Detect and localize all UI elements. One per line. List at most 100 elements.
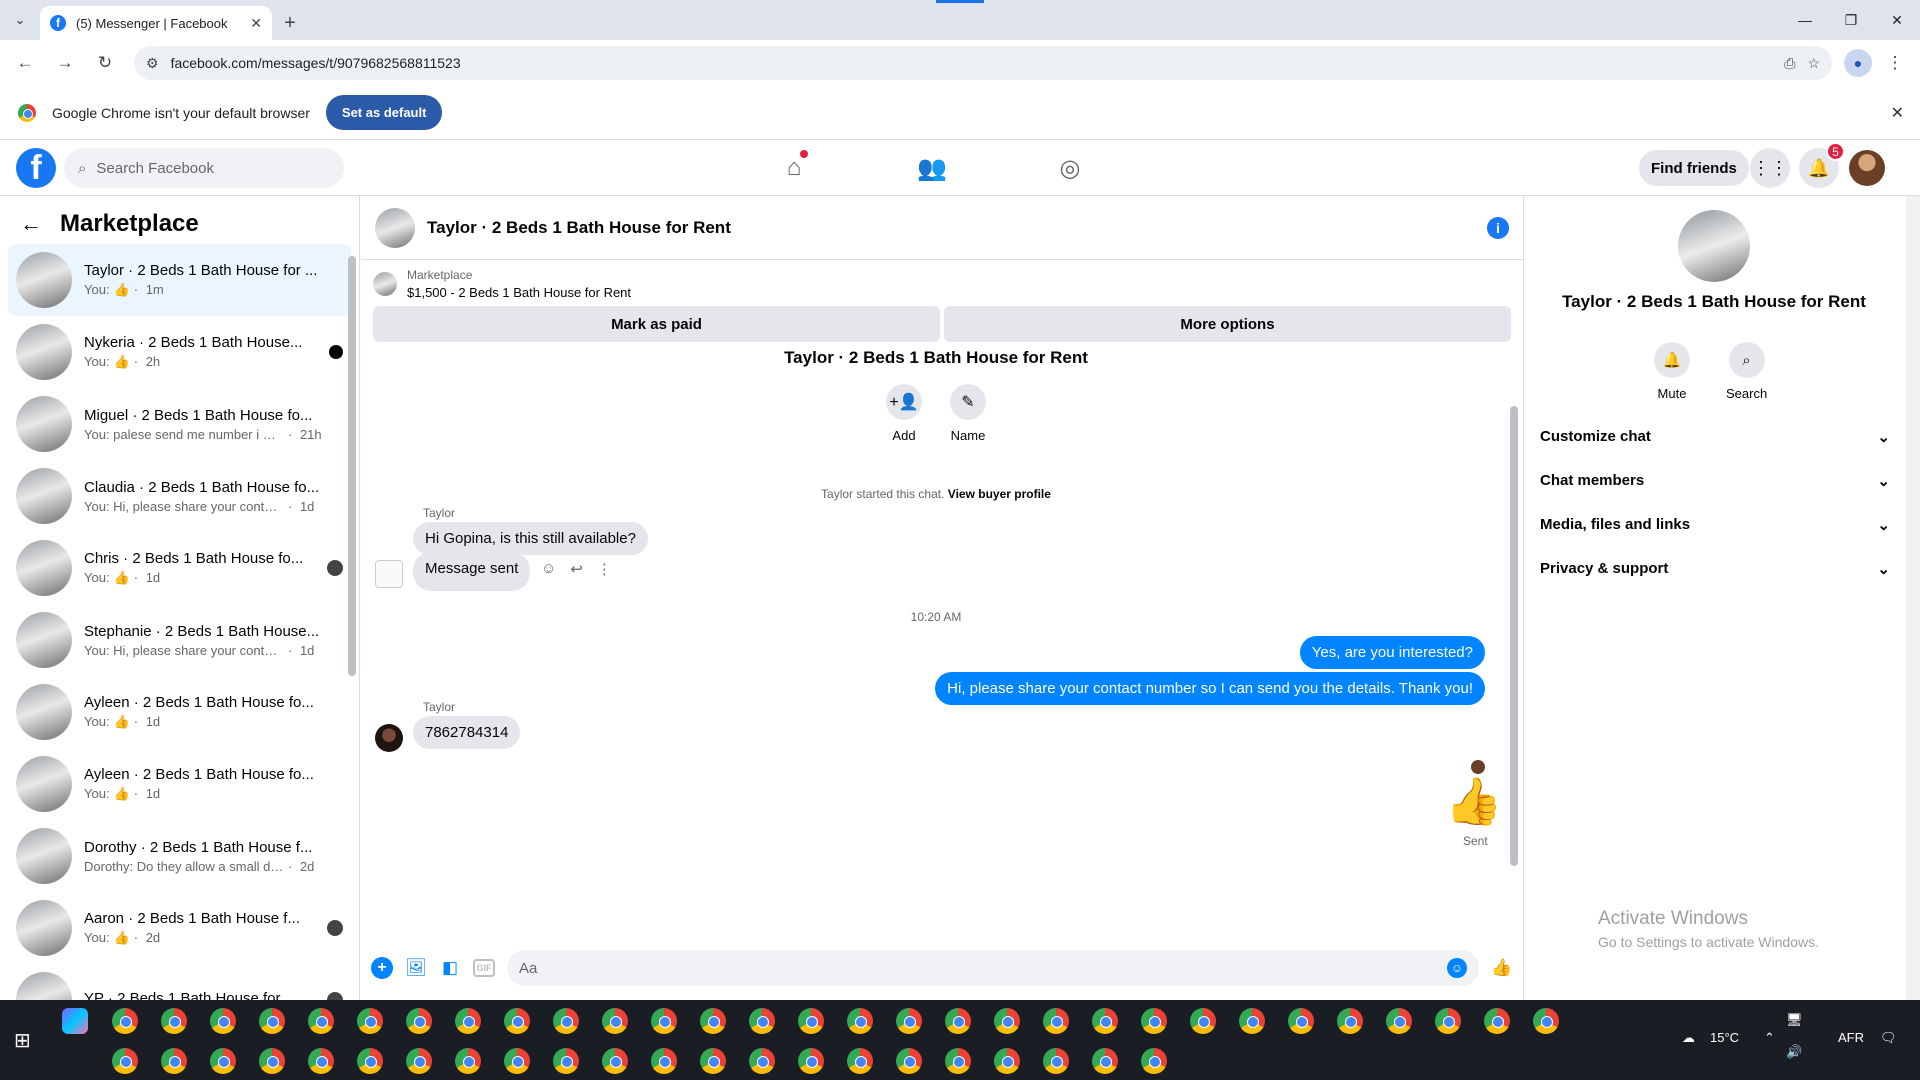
taskbar-chrome-icon[interactable] <box>945 1008 971 1034</box>
incoming-message[interactable]: 7862784314 <box>413 716 521 749</box>
taskbar-chrome-icon[interactable] <box>161 1048 187 1074</box>
taskbar-chrome-icon[interactable] <box>798 1008 824 1034</box>
taskbar-chrome-icon[interactable] <box>1092 1048 1118 1074</box>
sidebar-scrollbar[interactable] <box>346 246 356 986</box>
attach-photo-icon[interactable]: 🖼 <box>405 957 427 979</box>
details-avatar[interactable] <box>1678 210 1750 282</box>
taskbar-chrome-icon[interactable] <box>553 1048 579 1074</box>
taskbar-chrome-icon[interactable] <box>210 1048 236 1074</box>
taskbar-chrome-icon[interactable] <box>161 1008 187 1034</box>
view-buyer-profile-link[interactable]: View buyer profile <box>948 487 1051 501</box>
more-actions-plus-icon[interactable]: + <box>371 957 393 979</box>
conversation-item[interactable]: Miguel · 2 Beds 1 Bath House fo... You: p… <box>8 388 351 460</box>
tab-search-dropdown-icon[interactable]: ⌄ <box>0 0 40 40</box>
taskbar-chrome-icon[interactable] <box>1435 1008 1461 1034</box>
conversation-item[interactable]: Nykeria · 2 Beds 1 Bath House... You: 👍 · 2… <box>8 316 351 388</box>
sender-avatar[interactable] <box>375 724 403 752</box>
minimize-icon[interactable]: — <box>1782 0 1828 40</box>
close-window-icon[interactable]: ✕ <box>1874 0 1920 40</box>
notifications-bell-icon[interactable]: 🔔 5 <box>1799 142 1845 188</box>
react-emoji-icon[interactable]: ☺ <box>541 560 556 578</box>
taskbar-chrome-icon[interactable] <box>994 1008 1020 1034</box>
taskbar-chrome-icon[interactable] <box>1043 1048 1069 1074</box>
taskbar-chrome-icon[interactable] <box>798 1048 824 1074</box>
back-arrow-icon[interactable]: ← <box>20 211 42 237</box>
incoming-message[interactable]: Hi Gopina, is this still available? <box>413 522 648 555</box>
tray-chevron-icon[interactable]: ⌃ <box>1764 1030 1775 1046</box>
windows-start-icon[interactable]: ⊞ <box>14 1028 31 1053</box>
home-icon[interactable]: ⌂ <box>760 150 828 182</box>
send-like-icon[interactable]: 👍 <box>1491 957 1513 979</box>
chat-scrollbar[interactable] <box>1507 290 1521 870</box>
friends-icon[interactable]: 👥 <box>898 154 966 183</box>
close-tab-icon[interactable]: ✕ <box>250 15 262 32</box>
taskbar-chrome-icon[interactable] <box>749 1008 775 1034</box>
network-icon[interactable]: 🖥 <box>1786 1012 1803 1028</box>
taskbar-chrome-icon[interactable] <box>308 1048 334 1074</box>
site-info-icon[interactable]: ⚙ <box>146 55 159 72</box>
address-bar[interactable]: ⚙ facebook.com/messages/t/90796825688115… <box>134 46 1832 80</box>
section-privacy-support[interactable]: Privacy & support ⌄ <box>1540 560 1890 578</box>
set-as-default-button[interactable]: Set as default <box>325 95 443 130</box>
taskbar-chrome-icon[interactable] <box>357 1008 383 1034</box>
taskbar-chrome-icon[interactable] <box>308 1008 334 1034</box>
more-icon[interactable]: ⋮ <box>597 560 612 578</box>
name-chat-button[interactable]: ✎ Name <box>950 384 986 443</box>
taskbar-chrome-icon[interactable] <box>1533 1008 1559 1034</box>
bookmark-star-icon[interactable]: ☆ <box>1807 55 1820 72</box>
taskbar-chrome-icon[interactable] <box>700 1008 726 1034</box>
taskbar-chrome-icon[interactable] <box>1484 1008 1510 1034</box>
install-app-icon[interactable]: ⎙ <box>1784 55 1795 72</box>
conversation-item[interactable]: YP · 2 Beds 1 Bath House for ... <box>8 964 351 1000</box>
account-avatar[interactable] <box>1849 150 1885 186</box>
taskbar-chrome-icon[interactable] <box>406 1048 432 1074</box>
conversation-item[interactable]: Claudia · 2 Beds 1 Bath House fo... You: … <box>8 460 351 532</box>
taskbar-chrome-icon[interactable] <box>504 1008 530 1034</box>
section-media-files-links[interactable]: Media, files and links ⌄ <box>1540 516 1890 534</box>
listing-summary[interactable]: Marketplace $1,500 - 2 Beds 1 Bath House… <box>373 268 1511 300</box>
taskbar-chrome-icon[interactable] <box>602 1048 628 1074</box>
taskbar-chrome-icon[interactable] <box>112 1048 138 1074</box>
copilot-icon[interactable] <box>62 1008 88 1034</box>
conversation-item[interactable]: Ayleen · 2 Beds 1 Bath House fo... You: 👍 ·… <box>8 748 351 820</box>
chrome-menu-icon[interactable]: ⋮ <box>1878 46 1912 80</box>
incoming-message[interactable]: Message sent <box>413 552 531 591</box>
find-friends-button[interactable]: Find friends <box>1639 150 1749 186</box>
weather-icon[interactable]: ☁ <box>1682 1030 1695 1046</box>
conversation-item[interactable]: Chris · 2 Beds 1 Bath House fo... You: 👍 · … <box>8 532 351 604</box>
reload-icon[interactable]: ↻ <box>88 46 122 80</box>
facebook-search-input[interactable]: ⌕ Search Facebook <box>64 148 344 188</box>
taskbar-chrome-icon[interactable] <box>1190 1008 1216 1034</box>
reply-icon[interactable]: ↩ <box>570 560 583 578</box>
groups-icon[interactable]: ◎ <box>1036 154 1104 183</box>
taskbar-chrome-icon[interactable] <box>700 1048 726 1074</box>
taskbar-chrome-icon[interactable] <box>1141 1048 1167 1074</box>
conversation-item[interactable]: Stephanie · 2 Beds 1 Bath House... You: H… <box>8 604 351 676</box>
chrome-profile-icon[interactable]: ● <box>1844 49 1872 77</box>
taskbar-chrome-icon[interactable] <box>553 1008 579 1034</box>
sticker-icon[interactable]: ◧ <box>439 957 461 979</box>
taskbar-chrome-icon[interactable] <box>847 1008 873 1034</box>
taskbar-chrome-icon[interactable] <box>259 1008 285 1034</box>
infobar-close-icon[interactable]: ✕ <box>1891 103 1904 123</box>
forward-icon[interactable]: → <box>48 46 82 80</box>
conversation-item[interactable]: Taylor · 2 Beds 1 Bath House for ... You:… <box>8 244 351 316</box>
sidebar-scroll-thumb[interactable] <box>348 256 356 676</box>
chat-avatar[interactable] <box>375 207 415 248</box>
back-icon[interactable]: ← <box>8 46 42 80</box>
taskbar-chrome-icon[interactable] <box>1141 1008 1167 1034</box>
taskbar-chrome-icon[interactable] <box>1092 1008 1118 1034</box>
taskbar-chrome-icon[interactable] <box>1386 1008 1412 1034</box>
taskbar-chrome-icon[interactable] <box>406 1008 432 1034</box>
taskbar-chrome-icon[interactable] <box>651 1008 677 1034</box>
taskbar-chrome-icon[interactable] <box>455 1008 481 1034</box>
taskbar-chrome-icon[interactable] <box>357 1048 383 1074</box>
volume-icon[interactable]: 🔊 <box>1786 1044 1802 1060</box>
mark-as-paid-button[interactable]: Mark as paid <box>373 306 940 342</box>
taskbar-chrome-icon[interactable] <box>112 1008 138 1034</box>
taskbar-chrome-icon[interactable] <box>651 1048 677 1074</box>
taskbar-chrome-icon[interactable] <box>602 1008 628 1034</box>
taskbar-chrome-icon[interactable] <box>259 1048 285 1074</box>
chat-title[interactable]: Taylor · 2 Beds 1 Bath House for Rent <box>427 218 1475 238</box>
taskbar-chrome-icon[interactable] <box>1337 1008 1363 1034</box>
